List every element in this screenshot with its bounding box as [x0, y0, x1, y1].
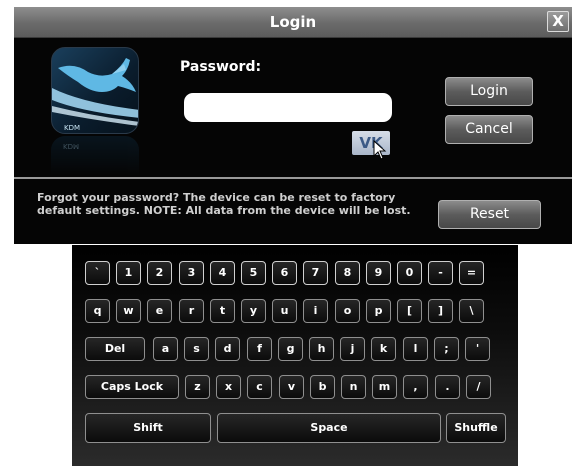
key-shuffle[interactable]: Shuffle: [446, 413, 506, 443]
key-r[interactable]: r: [179, 299, 204, 323]
key-n[interactable]: n: [341, 375, 366, 399]
key-i[interactable]: i: [303, 299, 328, 323]
kangaroo-logo-icon: [52, 58, 138, 126]
key-caps-lock[interactable]: Caps Lock: [85, 375, 179, 399]
window-title: Login: [269, 13, 317, 31]
titlebar: Login: [14, 7, 572, 38]
forgot-password-text: Forgot your password? The device can be …: [37, 191, 411, 217]
reset-button[interactable]: Reset: [438, 200, 541, 229]
key-shift[interactable]: Shift: [85, 413, 211, 443]
key-h[interactable]: h: [309, 337, 334, 361]
password-label: Password:: [180, 59, 262, 75]
key-u[interactable]: u: [272, 299, 297, 323]
close-button[interactable]: X: [547, 11, 569, 32]
divider: [14, 177, 572, 179]
key-6[interactable]: 6: [272, 261, 297, 285]
key-d[interactable]: d: [215, 337, 240, 361]
key-g[interactable]: g: [278, 337, 303, 361]
key-w[interactable]: w: [116, 299, 141, 323]
key-sym-12[interactable]: \: [459, 299, 484, 323]
key-sym-8[interactable]: ,: [403, 375, 428, 399]
cancel-button[interactable]: Cancel: [445, 115, 533, 144]
key-8[interactable]: 8: [335, 261, 360, 285]
key-sym-10[interactable]: [: [397, 299, 422, 323]
key-sym-10[interactable]: /: [466, 375, 491, 399]
key-z[interactable]: z: [185, 375, 210, 399]
key-sym-11[interactable]: -: [428, 261, 453, 285]
logo-reflection: KDM: [51, 136, 139, 176]
key-7[interactable]: 7: [303, 261, 328, 285]
key-2[interactable]: 2: [147, 261, 172, 285]
key-3[interactable]: 3: [179, 261, 204, 285]
key-t[interactable]: t: [210, 299, 235, 323]
key-5[interactable]: 5: [241, 261, 266, 285]
key-m[interactable]: m: [372, 375, 397, 399]
key-a[interactable]: a: [153, 337, 178, 361]
virtual-keyboard: ` 1 2 3 4 5 6 7 8 9 0- = q w e r t y u i o p[] \ Del a s d f g h j k l; '…: [72, 245, 518, 466]
key-b[interactable]: b: [310, 375, 335, 399]
key-sym-0[interactable]: `: [85, 261, 110, 285]
key-9[interactable]: 9: [366, 261, 391, 285]
mouse-pointer-icon: [373, 140, 387, 160]
key-0[interactable]: 0: [397, 261, 422, 285]
key-o[interactable]: o: [335, 299, 360, 323]
key-1[interactable]: 1: [116, 261, 141, 285]
key-sym-9[interactable]: .: [435, 375, 460, 399]
app-logo: KDM: [51, 47, 139, 134]
logo-reflection-text: KDM: [63, 142, 80, 150]
key-c[interactable]: c: [247, 375, 272, 399]
key-sym-11[interactable]: ]: [428, 299, 453, 323]
login-button[interactable]: Login: [445, 77, 533, 106]
password-input[interactable]: [184, 93, 392, 122]
logo-text: KDM: [64, 124, 81, 132]
key-e[interactable]: e: [147, 299, 172, 323]
login-dialog: Login X KDM KDM Password: VK Login Cance…: [14, 7, 572, 244]
key-q[interactable]: q: [85, 299, 110, 323]
key-del[interactable]: Del: [85, 337, 145, 361]
key-p[interactable]: p: [366, 299, 391, 323]
key-l[interactable]: l: [403, 337, 428, 361]
key-4[interactable]: 4: [210, 261, 235, 285]
key-v[interactable]: v: [279, 375, 304, 399]
key-s[interactable]: s: [184, 337, 209, 361]
key-sym-11[interactable]: ': [465, 337, 490, 361]
key-x[interactable]: x: [216, 375, 241, 399]
key-y[interactable]: y: [241, 299, 266, 323]
key-f[interactable]: f: [247, 337, 272, 361]
key-sym-10[interactable]: ;: [434, 337, 459, 361]
key-j[interactable]: j: [340, 337, 365, 361]
key-k[interactable]: k: [371, 337, 396, 361]
key-space[interactable]: Space: [217, 413, 441, 443]
key-sym-12[interactable]: =: [459, 261, 484, 285]
